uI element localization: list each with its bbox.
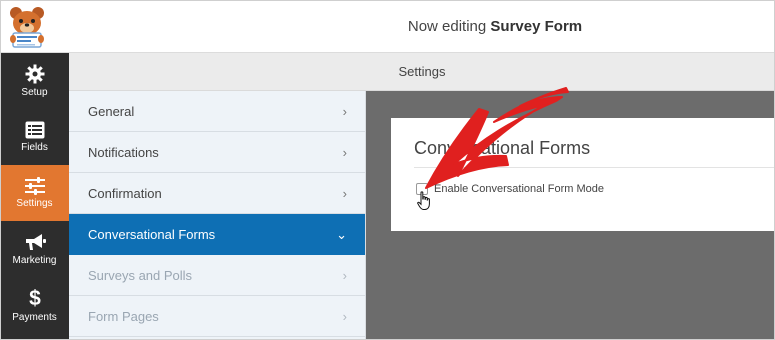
nav-label: Payments [12,312,57,323]
settings-item-label: Surveys and Polls [88,268,193,283]
sliders-icon [24,177,45,195]
settings-content-area: Conversational Forms Enable Conversation… [366,91,775,340]
chevron-down-icon: ⌄ [336,227,347,242]
settings-header: Settings [69,53,775,91]
settings-item-confirmation[interactable]: Confirmation › [69,173,365,214]
settings-item-label: General [88,104,135,119]
chevron-right-icon: › [342,309,347,324]
megaphone-icon [25,234,46,250]
top-bar: Now editing Survey Form [0,0,775,53]
chevron-right-icon: › [342,268,347,283]
dollar-icon: $ [29,287,41,309]
settings-item-notifications[interactable]: Notifications › [69,132,365,173]
chevron-right-icon: › [342,104,347,119]
builder-sidebar: Setup Fields Settings Marketing $ Paymen… [0,53,69,340]
settings-item-label: Notifications [88,145,159,160]
nav-label: Settings [16,198,53,209]
settings-item-label: Conversational Forms [88,227,216,242]
enable-conversational-mode-row[interactable]: Enable Conversational Form Mode [416,183,604,195]
conversational-forms-panel: Conversational Forms Enable Conversation… [391,118,775,231]
svg-text:$: $ [29,287,41,309]
panel-title: Conversational Forms [414,138,591,158]
chevron-right-icon: › [342,186,347,201]
nav-payments[interactable]: $ Payments [0,277,69,333]
settings-item-label: Confirmation [88,186,162,201]
checkbox-label[interactable]: Enable Conversational Form Mode [434,183,604,195]
hand-pointer-cursor-icon [417,191,430,210]
settings-item-conversational-forms[interactable]: Conversational Forms ⌄ [69,214,365,255]
chevron-right-icon: › [342,145,347,160]
nav-fields[interactable]: Fields [0,109,69,165]
gear-icon [25,64,44,84]
settings-title: Settings [398,64,446,79]
nav-label: Marketing [12,255,57,266]
settings-item-surveys-and-polls[interactable]: Surveys and Polls › [69,255,365,296]
nav-marketing[interactable]: Marketing [0,221,69,277]
title-prefix: Now editing [407,18,487,35]
panel-divider [414,167,775,168]
nav-label: Fields [21,142,48,153]
settings-item-form-pages[interactable]: Form Pages › [69,296,365,337]
settings-item-label: Form Pages [88,309,159,324]
page-title: Now editing Survey Form [0,0,775,53]
nav-label: Setup [21,87,48,98]
fields-list-icon [25,121,44,139]
nav-settings[interactable]: Settings [0,165,69,221]
form-name: Survey Form [490,18,583,35]
settings-subpanel: General › Notifications › Confirmation ›… [69,91,366,340]
nav-setup[interactable]: Setup [0,53,69,109]
settings-item-general[interactable]: General › [69,91,365,132]
